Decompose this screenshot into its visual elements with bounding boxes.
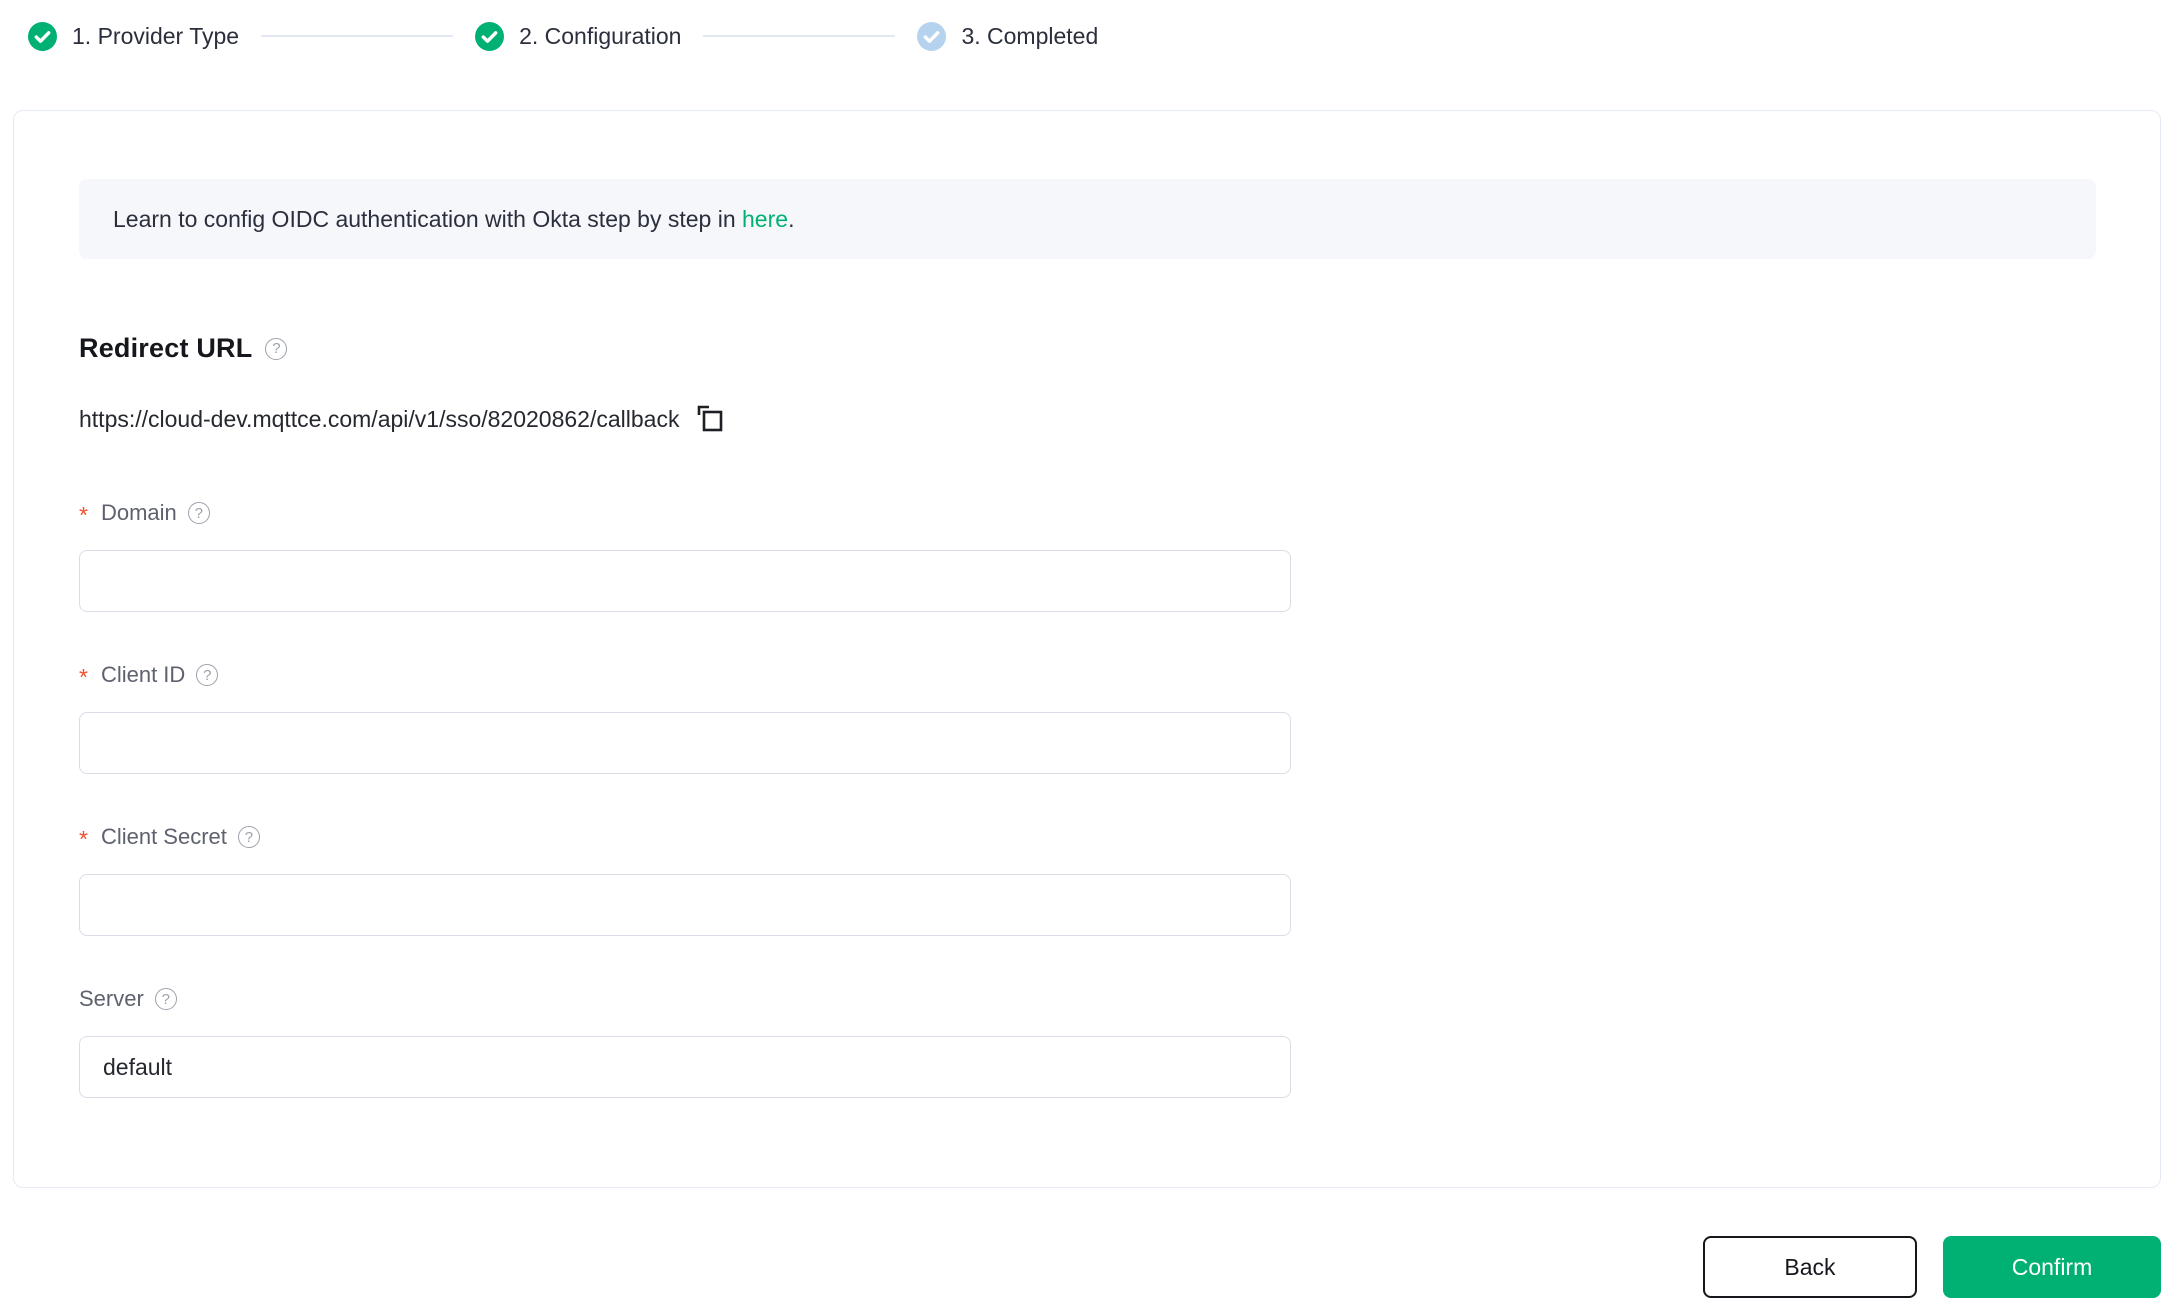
- field-label: Client ID: [100, 662, 186, 687]
- here-link[interactable]: here: [742, 206, 788, 232]
- field-label: Client Secret: [100, 824, 227, 849]
- required-asterisk: *: [79, 501, 88, 528]
- help-icon[interactable]: ?: [187, 502, 210, 524]
- server-input[interactable]: [79, 1036, 1291, 1098]
- field-label-row: * Client Secret ?: [79, 822, 2096, 852]
- banner-text-before: Learn to config OIDC authentication with…: [113, 205, 743, 232]
- help-icon[interactable]: ?: [196, 664, 219, 686]
- field-label: Domain: [100, 500, 177, 525]
- banner-text-after: .: [788, 205, 795, 232]
- stepper-step-label: 3. Completed: [961, 22, 1099, 49]
- stepper-step-label: 1. Provider Type: [72, 22, 240, 49]
- help-icon[interactable]: ?: [154, 988, 177, 1010]
- stepper-step-completed: 3. Completed: [917, 21, 1099, 51]
- stepper-step-label: 2. Configuration: [519, 22, 682, 49]
- stepper-connector: [261, 35, 454, 37]
- stepper-connector: [703, 35, 896, 37]
- stepper-step-configuration: 2. Configuration: [475, 21, 682, 51]
- field-client-secret: * Client Secret ?: [79, 822, 2096, 936]
- confirm-button[interactable]: Confirm: [1943, 1236, 2161, 1298]
- wizard-stepper: 1. Provider Type 2. Configuration 3. Com…: [0, 0, 2178, 72]
- client-id-input[interactable]: [79, 712, 1291, 774]
- required-asterisk: *: [79, 663, 88, 690]
- redirect-url-heading: Redirect URL: [79, 333, 253, 363]
- client-secret-input[interactable]: [79, 874, 1291, 936]
- domain-input[interactable]: [79, 550, 1291, 612]
- field-domain: * Domain ?: [79, 498, 2096, 612]
- field-client-id: * Client ID ?: [79, 660, 2096, 774]
- info-banner: Learn to config OIDC authentication with…: [79, 179, 2096, 259]
- help-icon[interactable]: ?: [237, 826, 260, 848]
- info-banner-text: Learn to config OIDC authentication with…: [113, 206, 794, 233]
- check-circle-icon: [917, 21, 947, 51]
- stepper-step-provider-type: 1. Provider Type: [28, 21, 240, 51]
- check-circle-icon: [28, 21, 57, 51]
- required-asterisk: *: [79, 825, 88, 852]
- redirect-url-value: https://cloud-dev.mqttce.com/api/v1/sso/…: [79, 405, 680, 432]
- copy-icon[interactable]: [696, 404, 724, 434]
- back-button[interactable]: Back: [1703, 1236, 1917, 1298]
- redirect-url-row: https://cloud-dev.mqttce.com/api/v1/sso/…: [79, 404, 2096, 434]
- redirect-url-section: Redirect URL ?: [79, 333, 2096, 364]
- help-icon[interactable]: ?: [265, 337, 288, 360]
- oidc-configuration-page: 1. Provider Type 2. Configuration 3. Com…: [0, 0, 2178, 1298]
- field-server: Server ?: [79, 984, 2096, 1098]
- wizard-actions: Back Confirm: [0, 1236, 2178, 1298]
- field-label-row: * Domain ?: [79, 498, 2096, 528]
- field-label: Server: [79, 986, 144, 1011]
- check-circle-icon: [475, 21, 505, 51]
- field-label-row: * Client ID ?: [79, 660, 2096, 690]
- configuration-card: Learn to config OIDC authentication with…: [13, 110, 2161, 1188]
- field-label-row: Server ?: [79, 984, 2096, 1014]
